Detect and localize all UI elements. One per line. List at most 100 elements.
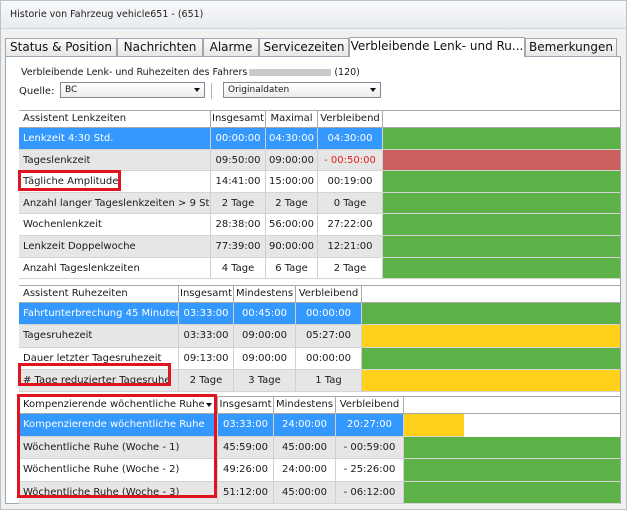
rest-row-3-label[interactable]: # Tage reduzierter Tagesruhe: [19, 369, 179, 393]
driving-row-5-remaining[interactable]: 12:21:00: [318, 236, 383, 258]
weekly-row-0-total[interactable]: 03:33:00: [218, 414, 274, 437]
rest-row-3-limit[interactable]: 3 Tage: [234, 369, 296, 393]
rest-row-1-total[interactable]: 03:33:00: [179, 325, 234, 348]
weekly-header-filler: [404, 396, 620, 414]
tab-nachrichten[interactable]: Nachrichten: [117, 38, 203, 56]
driving-row-1-limit[interactable]: 09:00:00: [266, 149, 318, 172]
driving-row-4-total[interactable]: 28:38:00: [211, 214, 266, 236]
tab-verbleibende-lenk-ruhezeiten[interactable]: Verbleibende Lenk- und Ru...: [349, 37, 525, 57]
driving-row-6-label[interactable]: Anzahl Tageslenkzeiten: [19, 257, 211, 280]
rest-header-filler: [362, 285, 620, 303]
rest-row-3-remaining[interactable]: 1 Tag: [296, 369, 362, 393]
driving-row-1-remaining[interactable]: - 00:50:00: [318, 149, 383, 172]
weekly-row-2-status-bar: [404, 459, 620, 482]
tab-status-position[interactable]: Status & Position: [5, 38, 117, 56]
weekly-row-1-label[interactable]: Wöchentliche Ruhe (Woche - 1): [19, 436, 218, 459]
driving-header-0[interactable]: Assistent Lenkzeiten: [19, 110, 211, 128]
weekly-header-0[interactable]: Kompenzierende wöchentliche Ruhe: [19, 396, 218, 414]
weekly-header-1[interactable]: Insgesamt: [218, 396, 274, 414]
rest-row-3-status-bar: [362, 369, 620, 393]
data-type-select[interactable]: Originaldaten: [223, 82, 381, 98]
tab-servicezeiten[interactable]: Servicezeiten: [259, 38, 349, 56]
rest-row-2-total[interactable]: 09:13:00: [179, 347, 234, 370]
weekly-row-3-label[interactable]: Wöchentliche Ruhe (Woche - 3): [19, 481, 218, 504]
weekly-row-2-total[interactable]: 49:26:00: [218, 459, 274, 482]
tab-bar: Status & Position Nachrichten Alarme Ser…: [5, 37, 621, 57]
weekly-row-3-limit[interactable]: 45:00:00: [274, 481, 336, 504]
driving-header-1[interactable]: Insgesamt: [211, 110, 266, 128]
driving-row-2-limit[interactable]: 15:00:00: [266, 171, 318, 193]
tab-alarme[interactable]: Alarme: [203, 38, 259, 56]
weekly-row-2-label[interactable]: Wöchentliche Ruhe (Woche - 2): [19, 459, 218, 482]
rest-row-1-remaining[interactable]: 05:27:00: [296, 325, 362, 348]
rest-header-1[interactable]: Insgesamt: [179, 285, 234, 303]
weekly-row-3-total[interactable]: 51:12:00: [218, 481, 274, 504]
weekly-row-0-limit[interactable]: 24:00:00: [274, 414, 336, 437]
driving-row-4-remaining[interactable]: 27:22:00: [318, 214, 383, 236]
chevron-down-icon[interactable]: [206, 403, 212, 407]
rest-row-2-label[interactable]: Dauer letzter Tagesruhezeit: [19, 347, 179, 370]
driving-row-2-status-bar: [383, 171, 620, 193]
driving-header-3[interactable]: Verbleibend: [318, 110, 383, 128]
weekly-row-1-remaining[interactable]: - 00:59:00: [336, 436, 404, 459]
rest-row-2-status-bar: [362, 347, 620, 370]
driving-row-4-label[interactable]: Wochenlenkzeit: [19, 214, 211, 236]
weekly-row-1-status-bar: [404, 436, 620, 459]
weekly-row-2-remaining[interactable]: - 25:26:00: [336, 459, 404, 482]
driving-row-4-status-bar: [383, 214, 620, 236]
source-select[interactable]: BC: [60, 82, 205, 98]
driving-row-0-total[interactable]: 00:00:00: [211, 128, 266, 150]
driving-row-6-remaining[interactable]: 2 Tage: [318, 257, 383, 280]
weekly-header-2[interactable]: Mindestens: [274, 396, 336, 414]
driving-row-2-total[interactable]: 14:41:00: [211, 171, 266, 193]
rest-row-0-limit[interactable]: 00:45:00: [234, 303, 296, 326]
source-select-value: BC: [65, 85, 78, 95]
driving-row-1-label[interactable]: Tageslenkzeit: [19, 149, 211, 172]
driving-row-1-status-bar: [383, 149, 620, 172]
source-label: Quelle:: [19, 86, 55, 97]
tab-bemerkungen[interactable]: Bemerkungen: [525, 38, 617, 56]
rest-header-0[interactable]: Assistent Ruhezeiten: [19, 285, 179, 303]
rest-row-0-label[interactable]: Fahrtunterbrechung 45 Minuten: [19, 303, 179, 326]
redacted-driver-name: [249, 69, 332, 76]
rest-row-1-limit[interactable]: 09:00:00: [234, 325, 296, 348]
weekly-row-1-limit[interactable]: 45:00:00: [274, 436, 336, 459]
driving-row-0-label[interactable]: Lenkzeit 4:30 Std.: [19, 128, 211, 150]
weekly-row-2-limit[interactable]: 24:00:00: [274, 459, 336, 482]
rest-header-3[interactable]: Verbleibend: [296, 285, 362, 303]
driving-row-6-total[interactable]: 4 Tage: [211, 257, 266, 280]
rest-row-0-total[interactable]: 03:33:00: [179, 303, 234, 326]
title-bar: Historie von Fahrzeug vehicle651 - (651): [1, 1, 626, 29]
driving-row-3-limit[interactable]: 2 Tage: [266, 192, 318, 215]
driving-row-2-remaining[interactable]: 00:19:00: [318, 171, 383, 193]
driving-header-2[interactable]: Maximal: [266, 110, 318, 128]
data-type-select-value: Originaldaten: [228, 85, 290, 95]
driving-row-5-limit[interactable]: 90:00:00: [266, 236, 318, 258]
driving-row-5-total[interactable]: 77:39:00: [211, 236, 266, 258]
driving-row-3-total[interactable]: 2 Tage: [211, 192, 266, 215]
weekly-row-3-remaining[interactable]: - 06:12:00: [336, 481, 404, 504]
rest-row-2-limit[interactable]: 09:00:00: [234, 347, 296, 370]
driving-row-2-label[interactable]: Tägliche Amplitude: [19, 171, 211, 193]
rest-row-2-remaining[interactable]: 00:00:00: [296, 347, 362, 370]
driving-row-3-label[interactable]: Anzahl langer Tageslenkzeiten > 9 Std.: [19, 192, 211, 215]
rest-row-0-remaining[interactable]: 00:00:00: [296, 303, 362, 326]
driver-caption: Verbleibende Lenk- und Ruhezeiten des Fa…: [21, 67, 360, 78]
driving-row-6-status-bar: [383, 257, 620, 280]
driving-row-5-label[interactable]: Lenkzeit Doppelwoche: [19, 236, 211, 258]
weekly-header-3[interactable]: Verbleibend: [336, 396, 404, 414]
weekly-row-0-label[interactable]: Kompenzierende wöchentliche Ruhe: [19, 414, 218, 437]
driving-row-3-remaining[interactable]: 0 Tage: [318, 192, 383, 215]
driving-row-3-status-bar: [383, 192, 620, 215]
driving-row-0-limit[interactable]: 04:30:00: [266, 128, 318, 150]
driving-row-1-total[interactable]: 09:50:00: [211, 149, 266, 172]
weekly-row-0-remaining[interactable]: 20:27:00: [336, 414, 404, 437]
rest-header-2[interactable]: Mindestens: [234, 285, 296, 303]
driving-row-6-limit[interactable]: 6 Tage: [266, 257, 318, 280]
weekly-row-1-total[interactable]: 45:59:00: [218, 436, 274, 459]
rest-row-3-total[interactable]: 2 Tage: [179, 369, 234, 393]
driving-row-0-remaining[interactable]: 04:30:00: [318, 128, 383, 150]
driving-row-4-limit[interactable]: 56:00:00: [266, 214, 318, 236]
toolbar-separator: [211, 83, 212, 99]
rest-row-1-label[interactable]: Tagesruhezeit: [19, 325, 179, 348]
